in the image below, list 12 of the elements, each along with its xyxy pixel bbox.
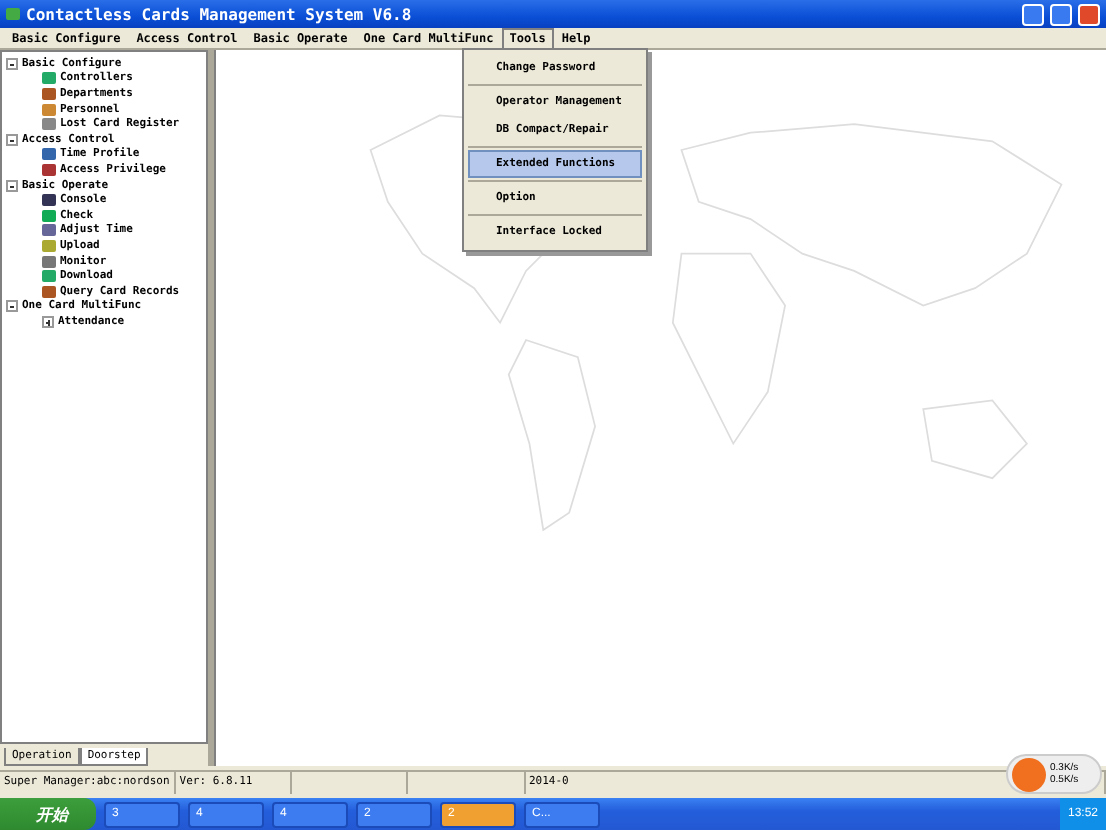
expand-toggle[interactable] (6, 133, 18, 146)
window-title: Contactless Cards Management System V6.8 (26, 5, 414, 23)
expand-toggle[interactable] (6, 300, 18, 313)
close-button[interactable] (1078, 3, 1100, 25)
expand-toggle[interactable] (42, 315, 54, 328)
minimize-button[interactable] (1022, 3, 1044, 25)
network-ball-icon (1012, 757, 1046, 791)
maximize-button[interactable] (1050, 3, 1072, 25)
expand-toggle[interactable] (6, 179, 18, 192)
start-button[interactable]: 开始 (0, 798, 96, 830)
expand-toggle[interactable] (6, 57, 18, 70)
app-icon (6, 8, 20, 20)
